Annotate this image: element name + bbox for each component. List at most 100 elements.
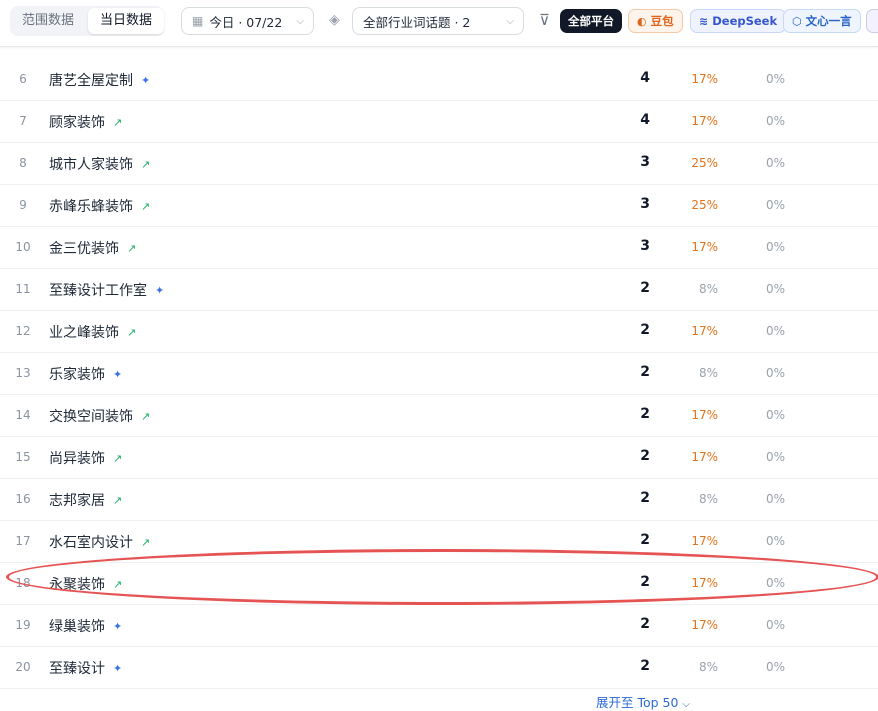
industry-label: 全部行业词话题 · 2 xyxy=(363,14,471,30)
date-selector[interactable]: ▦ 今日 · 07/22 ⌵ xyxy=(181,7,314,35)
trend-up-icon: ↗ xyxy=(141,536,151,549)
row-brand-name[interactable]: 至臻设计 ✦ xyxy=(49,658,122,678)
platform-chip-more[interactable] xyxy=(866,9,878,33)
industry-selector[interactable]: 全部行业词话题 · 2 ⌵ xyxy=(352,7,524,35)
row-share-percent: 8% xyxy=(698,492,718,506)
platform-all-label: 全部平台 xyxy=(568,14,614,28)
row-mention-count: 2 xyxy=(640,448,650,464)
table-row[interactable]: 14 交换空间装饰 ↗ 2 17% 0% xyxy=(0,395,878,437)
row-brand-name[interactable]: 金三优装饰 ↗ xyxy=(49,238,136,258)
row-brand-name[interactable]: 唐艺全屋定制 ✦ xyxy=(49,70,150,90)
table-row[interactable]: 15 尚异装饰 ↗ 2 17% 0% xyxy=(0,437,878,479)
row-share-percent: 17% xyxy=(691,72,718,86)
table-row[interactable]: 19 绿巢装饰 ✦ 2 17% 0% xyxy=(0,605,878,647)
row-brand-label: 金三优装饰 xyxy=(49,241,119,257)
table-row[interactable]: 9 赤峰乐蜂装饰 ↗ 3 25% 0% xyxy=(0,185,878,227)
platform-chip-doubao[interactable]: ◐ 豆包 xyxy=(628,9,683,33)
row-secondary-percent: 0% xyxy=(765,534,785,548)
row-share-percent: 17% xyxy=(691,618,718,632)
date-label: 今日 · 07/22 xyxy=(209,14,283,30)
row-share-percent: 17% xyxy=(691,576,718,590)
trend-up-icon: ↗ xyxy=(113,452,123,465)
row-brand-name[interactable]: 赤峰乐蜂装饰 ↗ xyxy=(49,196,150,216)
table-row[interactable]: 17 水石室内设计 ↗ 2 17% 0% xyxy=(0,521,878,563)
row-share-percent: 8% xyxy=(698,366,718,380)
table-row[interactable]: 20 至臻设计 ✦ 2 8% 0% xyxy=(0,647,878,689)
row-mention-count: 3 xyxy=(640,196,650,212)
table-row[interactable]: 11 至臻设计工作室 ✦ 2 8% 0% xyxy=(0,269,878,311)
row-brand-label: 顾家装饰 xyxy=(49,115,105,131)
trend-up-icon: ↗ xyxy=(113,578,123,591)
row-rank: 13 xyxy=(15,366,31,380)
row-share-percent: 8% xyxy=(698,660,718,674)
row-brand-name[interactable]: 志邦家居 ↗ xyxy=(49,490,122,510)
row-rank: 11 xyxy=(15,282,31,296)
table-row[interactable]: 16 志邦家居 ↗ 2 8% 0% xyxy=(0,479,878,521)
row-rank: 14 xyxy=(15,408,31,422)
row-share-percent: 25% xyxy=(691,156,718,170)
filter-icon[interactable]: ⊽ xyxy=(539,11,550,29)
row-brand-name[interactable]: 尚异装饰 ↗ xyxy=(49,448,122,468)
platform-chip-deepseek[interactable]: ≋ DeepSeek xyxy=(690,9,787,33)
chevron-down-icon: ⌵ xyxy=(506,15,514,27)
row-share-percent: 17% xyxy=(691,534,718,548)
layers-icon: ◈ xyxy=(329,12,340,28)
row-brand-name[interactable]: 至臻设计工作室 ✦ xyxy=(49,280,164,300)
chevron-down-icon: ⌵ xyxy=(296,15,304,27)
sparkle-new-icon: ✦ xyxy=(113,662,123,675)
trend-up-icon: ↗ xyxy=(127,326,137,339)
table-row[interactable]: 13 乐家装饰 ✦ 2 8% 0% xyxy=(0,353,878,395)
table-row[interactable]: 6 唐艺全屋定制 ✦ 4 17% 0% xyxy=(0,59,878,101)
row-mention-count: 2 xyxy=(640,364,650,380)
platform-chip-wenxin[interactable]: ⬡ 文心一言 xyxy=(783,9,861,33)
row-brand-name[interactable]: 业之峰装饰 ↗ xyxy=(49,322,136,342)
wenxin-icon: ⬡ xyxy=(792,14,802,28)
chevron-down-icon: ⌵ xyxy=(682,699,691,710)
row-mention-count: 2 xyxy=(640,574,650,590)
row-mention-count: 3 xyxy=(640,238,650,254)
trend-up-icon: ↗ xyxy=(141,158,151,171)
platform-wenxin-label: 文心一言 xyxy=(805,14,852,28)
table-row[interactable]: 18 永聚装饰 ↗ 2 17% 0% xyxy=(0,563,878,605)
row-brand-label: 至臻设计 xyxy=(49,661,105,677)
row-mention-count: 3 xyxy=(640,154,650,170)
row-brand-label: 业之峰装饰 xyxy=(49,325,119,341)
row-mention-count: 2 xyxy=(640,322,650,338)
table-row[interactable]: 10 金三优装饰 ↗ 3 17% 0% xyxy=(0,227,878,269)
row-secondary-percent: 0% xyxy=(765,576,785,590)
row-brand-name[interactable]: 水石室内设计 ↗ xyxy=(49,532,150,552)
table-row[interactable]: 7 顾家装饰 ↗ 4 17% 0% xyxy=(0,101,878,143)
row-brand-label: 赤峰乐蜂装饰 xyxy=(49,199,133,215)
row-rank: 12 xyxy=(15,324,31,338)
tab-today-data[interactable]: 当日数据 xyxy=(88,8,165,34)
row-brand-name[interactable]: 绿巢装饰 ✦ xyxy=(49,616,122,636)
trend-up-icon: ↗ xyxy=(127,242,137,255)
data-range-toggle: 范围数据 当日数据 xyxy=(10,6,165,36)
expand-top-50-button[interactable]: 展开至 Top 50 ⌵ xyxy=(0,692,878,711)
row-rank: 15 xyxy=(15,450,31,464)
row-mention-count: 2 xyxy=(640,280,650,296)
row-secondary-percent: 0% xyxy=(765,72,785,86)
top-toolbar: 范围数据 当日数据 ▦ 今日 · 07/22 ⌵ ◈ 全部行业词话题 · 2 ⌵… xyxy=(0,0,878,47)
row-share-percent: 8% xyxy=(698,282,718,296)
table-row[interactable]: 12 业之峰装饰 ↗ 2 17% 0% xyxy=(0,311,878,353)
row-mention-count: 2 xyxy=(640,532,650,548)
row-brand-name[interactable]: 乐家装饰 ✦ xyxy=(49,364,122,384)
row-rank: 10 xyxy=(15,240,31,254)
row-brand-name[interactable]: 城市人家装饰 ↗ xyxy=(49,154,150,174)
row-share-percent: 17% xyxy=(691,114,718,128)
platform-chip-all[interactable]: 全部平台 xyxy=(560,9,622,33)
row-brand-name[interactable]: 永聚装饰 ↗ xyxy=(49,574,122,594)
row-brand-name[interactable]: 顾家装饰 ↗ xyxy=(49,112,122,132)
row-share-percent: 17% xyxy=(691,450,718,464)
row-secondary-percent: 0% xyxy=(765,408,785,422)
row-rank: 16 xyxy=(15,492,31,506)
row-share-percent: 17% xyxy=(691,324,718,338)
table-row[interactable]: 8 城市人家装饰 ↗ 3 25% 0% xyxy=(0,143,878,185)
row-mention-count: 4 xyxy=(640,112,650,128)
sparkle-new-icon: ✦ xyxy=(113,368,123,381)
row-mention-count: 4 xyxy=(640,70,650,86)
row-brand-label: 至臻设计工作室 xyxy=(49,283,147,299)
row-brand-name[interactable]: 交换空间装饰 ↗ xyxy=(49,406,150,426)
tab-range-data[interactable]: 范围数据 xyxy=(10,8,86,34)
